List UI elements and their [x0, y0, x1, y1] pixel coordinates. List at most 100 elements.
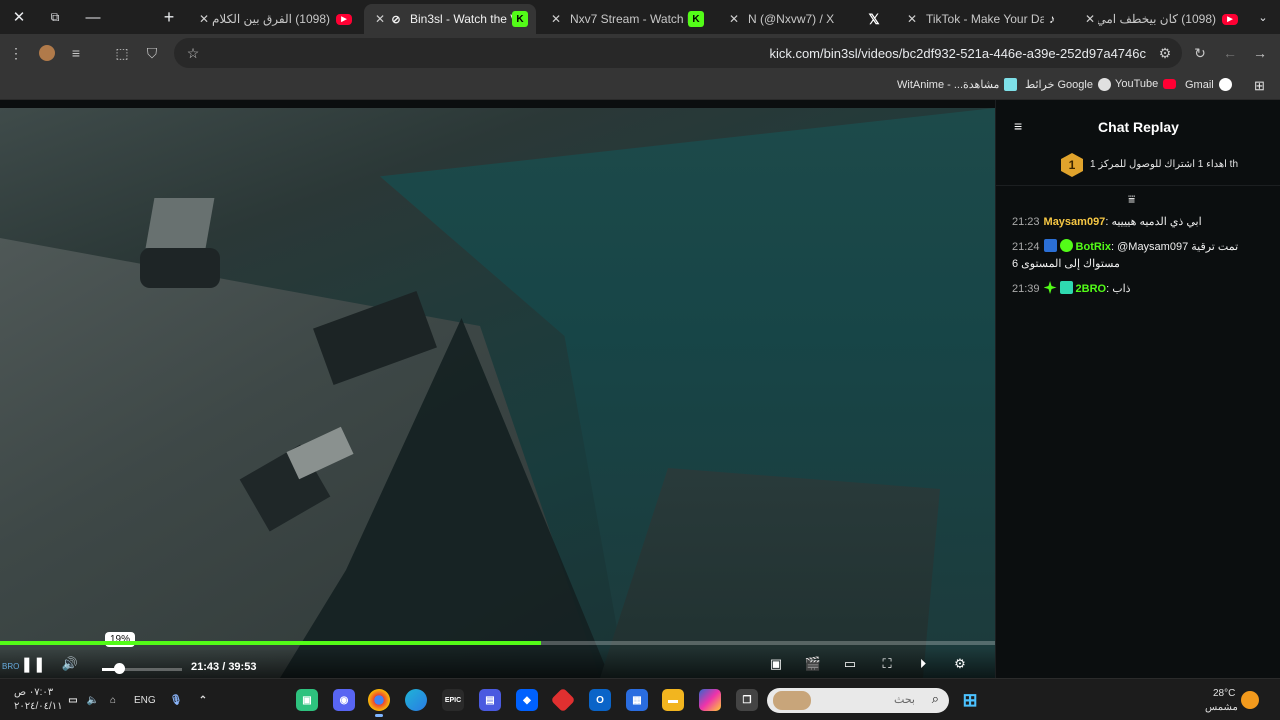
- minimize-window-button[interactable]: —: [74, 0, 112, 34]
- close-icon[interactable]: ✕: [548, 12, 564, 26]
- search-thumbnail: [773, 691, 811, 710]
- message-text: ذاب: [1112, 283, 1131, 295]
- apps-grid-icon[interactable]: ⊞: [1254, 78, 1265, 94]
- shield-icon[interactable]: ⛉: [139, 40, 165, 66]
- current-time: 21:43: [191, 661, 220, 673]
- browser-toolbar: ⋮ ≡ ⬚ ⛉ ☆ kick.com/bin3sl/videos/bc2df93…: [0, 34, 1280, 72]
- seek-bar-played: [0, 641, 542, 645]
- forward-arrow-icon[interactable]: →: [1247, 40, 1273, 66]
- back-arrow-icon[interactable]: ←: [1217, 40, 1243, 66]
- speaker-icon[interactable]: 🔈: [82, 689, 104, 711]
- more-menu-icon[interactable]: ⋮: [3, 40, 29, 66]
- close-icon[interactable]: ✕: [1082, 12, 1098, 26]
- url-text: kick.com/bin3sl/videos/bc2df932-521a-446…: [769, 46, 1146, 61]
- tab-bin3sl-vod[interactable]: ✕ ⊘ Bin3sl - Watch the VOD K: [364, 4, 536, 34]
- microphone-icon[interactable]: 🎙: [165, 689, 187, 711]
- volume-button[interactable]: 🔊: [60, 654, 80, 674]
- message-username[interactable]: 2BRO: [1076, 283, 1107, 295]
- clip-button[interactable]: 🎬: [803, 654, 823, 674]
- file-explorer-icon[interactable]: ▬: [662, 689, 684, 711]
- bookmark-gmail[interactable]: Gmail: [1185, 78, 1232, 91]
- youtube-icon: ▶: [336, 13, 352, 25]
- pause-button[interactable]: ❚❚: [20, 654, 45, 674]
- mini-chat-label: BRO: [2, 662, 20, 671]
- chrome-icon[interactable]: [368, 689, 390, 717]
- tab-title: Nxv7 Stream - Watch Live: [570, 12, 688, 26]
- message-time: 21:23: [1012, 216, 1040, 228]
- fullscreen-button[interactable]: ⛶: [877, 654, 897, 674]
- bookmark-label: YouTube: [1115, 78, 1159, 90]
- theater-mode-button[interactable]: ▭: [840, 654, 860, 674]
- weather-desc[interactable]: مشمس: [1205, 702, 1238, 713]
- pinned-goal: 1 اهداء 1 اشتراك للوصول للمركز 1 th: [996, 146, 1280, 186]
- settings-gear-button[interactable]: ⚙: [950, 654, 970, 674]
- bookmarks-bar: مشاهدة... - WitAnime خرائط Google YouTub…: [0, 72, 1280, 100]
- volume-slider-knob[interactable]: [114, 663, 125, 674]
- reload-icon[interactable]: ↻: [1187, 40, 1213, 66]
- message-username[interactable]: BotRix: [1076, 241, 1111, 253]
- discord-icon[interactable]: ◉: [333, 689, 355, 711]
- tab-x-profile[interactable]: ✕ N (@Nxvw7) / X 𝕏: [718, 4, 890, 34]
- sparkle-badge-icon: [1043, 281, 1057, 294]
- tab-nxv7-stream[interactable]: ✕ Nxv7 Stream - Watch Live K: [540, 4, 712, 34]
- youtube-icon: ▶: [1222, 13, 1238, 25]
- battery-icon[interactable]: ▭: [62, 689, 84, 711]
- close-icon[interactable]: ✕: [372, 12, 388, 26]
- chat-message: 21:24 BotRix: @Maysam097 تمت ترقية مستواك…: [1012, 239, 1267, 273]
- copilot-icon[interactable]: [699, 689, 721, 711]
- store-icon[interactable]: ▦: [626, 689, 648, 711]
- playback-speed-button[interactable]: ⏵: [913, 654, 933, 674]
- kick-vod-page: 19% BRO ❚❚ 🔊 21:43 / 39:53 ▣ 🎬 ▭ ⛶ ⏵ ⚙ ≡: [0, 100, 1280, 678]
- tab-tiktok[interactable]: ✕ TikTok - Make Your Day ♪: [896, 4, 1068, 34]
- seek-bar[interactable]: [0, 641, 995, 645]
- tab-youtube-2[interactable]: ✕ (1098) كان بيخطف امي ولكن ▶: [1074, 4, 1246, 34]
- new-tab-button[interactable]: +: [150, 0, 188, 34]
- close-icon[interactable]: ✕: [196, 12, 212, 26]
- epic-games-icon[interactable]: EPIC: [442, 689, 464, 711]
- time-display: 21:43 / 39:53: [191, 661, 256, 673]
- restore-window-button[interactable]: ⧉: [36, 0, 74, 34]
- app-icon-green[interactable]: ▣: [296, 689, 318, 711]
- edge-icon[interactable]: [405, 689, 427, 711]
- gift-badge-icon: [1059, 281, 1073, 294]
- windows-start-icon[interactable]: ⊞: [959, 689, 981, 711]
- message-username[interactable]: Maysam097: [1044, 216, 1106, 228]
- bookmark-witanime[interactable]: مشاهدة... - WitAnime: [897, 78, 1018, 91]
- network-icon[interactable]: ⌂: [102, 689, 124, 711]
- language-indicator[interactable]: ENG: [134, 695, 156, 706]
- extension-avatar-icon[interactable]: [34, 40, 60, 66]
- sun-icon[interactable]: [1241, 691, 1259, 709]
- close-window-button[interactable]: ✕: [0, 0, 38, 34]
- clock-date[interactable]: ٢٠٢٤/٠٤/١١: [14, 701, 63, 712]
- bookmark-label: خرائط Google: [1025, 79, 1093, 91]
- close-icon[interactable]: ✕: [904, 12, 920, 26]
- red-diamond-icon[interactable]: [550, 687, 576, 713]
- phone-link-icon[interactable]: ▤: [479, 689, 501, 711]
- chevron-up-icon[interactable]: ⌃: [192, 689, 214, 711]
- bookmark-youtube[interactable]: YouTube: [1115, 78, 1177, 90]
- extensions-puzzle-icon[interactable]: ⬚: [109, 40, 135, 66]
- globe-icon: [1218, 78, 1232, 91]
- bookmark-star-icon[interactable]: ☆: [180, 40, 206, 66]
- dropbox-icon[interactable]: ◆: [516, 689, 538, 711]
- taskbar-search[interactable]: بحث ⌕: [767, 688, 949, 713]
- close-icon[interactable]: ✕: [726, 12, 742, 26]
- address-bar[interactable]: ☆ kick.com/bin3sl/videos/bc2df932-521a-4…: [174, 38, 1182, 68]
- filter-icon[interactable]: ⩸: [1128, 192, 1135, 207]
- tab-youtube-1[interactable]: ✕ (1098) الفرق بين الكلام الحـ ▶: [188, 4, 360, 34]
- miniplayer-button[interactable]: ▣: [766, 654, 786, 674]
- bookmark-google-maps[interactable]: خرائط Google: [1025, 78, 1111, 91]
- time-separator: /: [219, 661, 229, 673]
- weather-temp[interactable]: 28°C: [1213, 688, 1235, 699]
- outlook-icon[interactable]: O: [589, 689, 611, 711]
- clock-time[interactable]: ٠٧:٠٣ ص: [14, 687, 53, 698]
- search-placeholder: بحث: [894, 694, 915, 706]
- media-control-icon[interactable]: ≡: [63, 40, 89, 66]
- chat-replay-panel: ≡ Chat Replay 1 اهداء 1 اشتراك للوصول لل…: [995, 100, 1280, 678]
- witanime-icon: [1004, 78, 1018, 91]
- tab-search-button[interactable]: ⌄: [1244, 0, 1280, 34]
- video-player[interactable]: 19% BRO ❚❚ 🔊 21:43 / 39:53 ▣ 🎬 ▭ ⛶ ⏵ ⚙: [0, 108, 995, 678]
- site-settings-icon[interactable]: ⚙: [1152, 40, 1178, 66]
- task-view-icon[interactable]: ❐: [736, 689, 758, 711]
- chat-message: 21:39 2BRO: ذاب: [1012, 281, 1267, 298]
